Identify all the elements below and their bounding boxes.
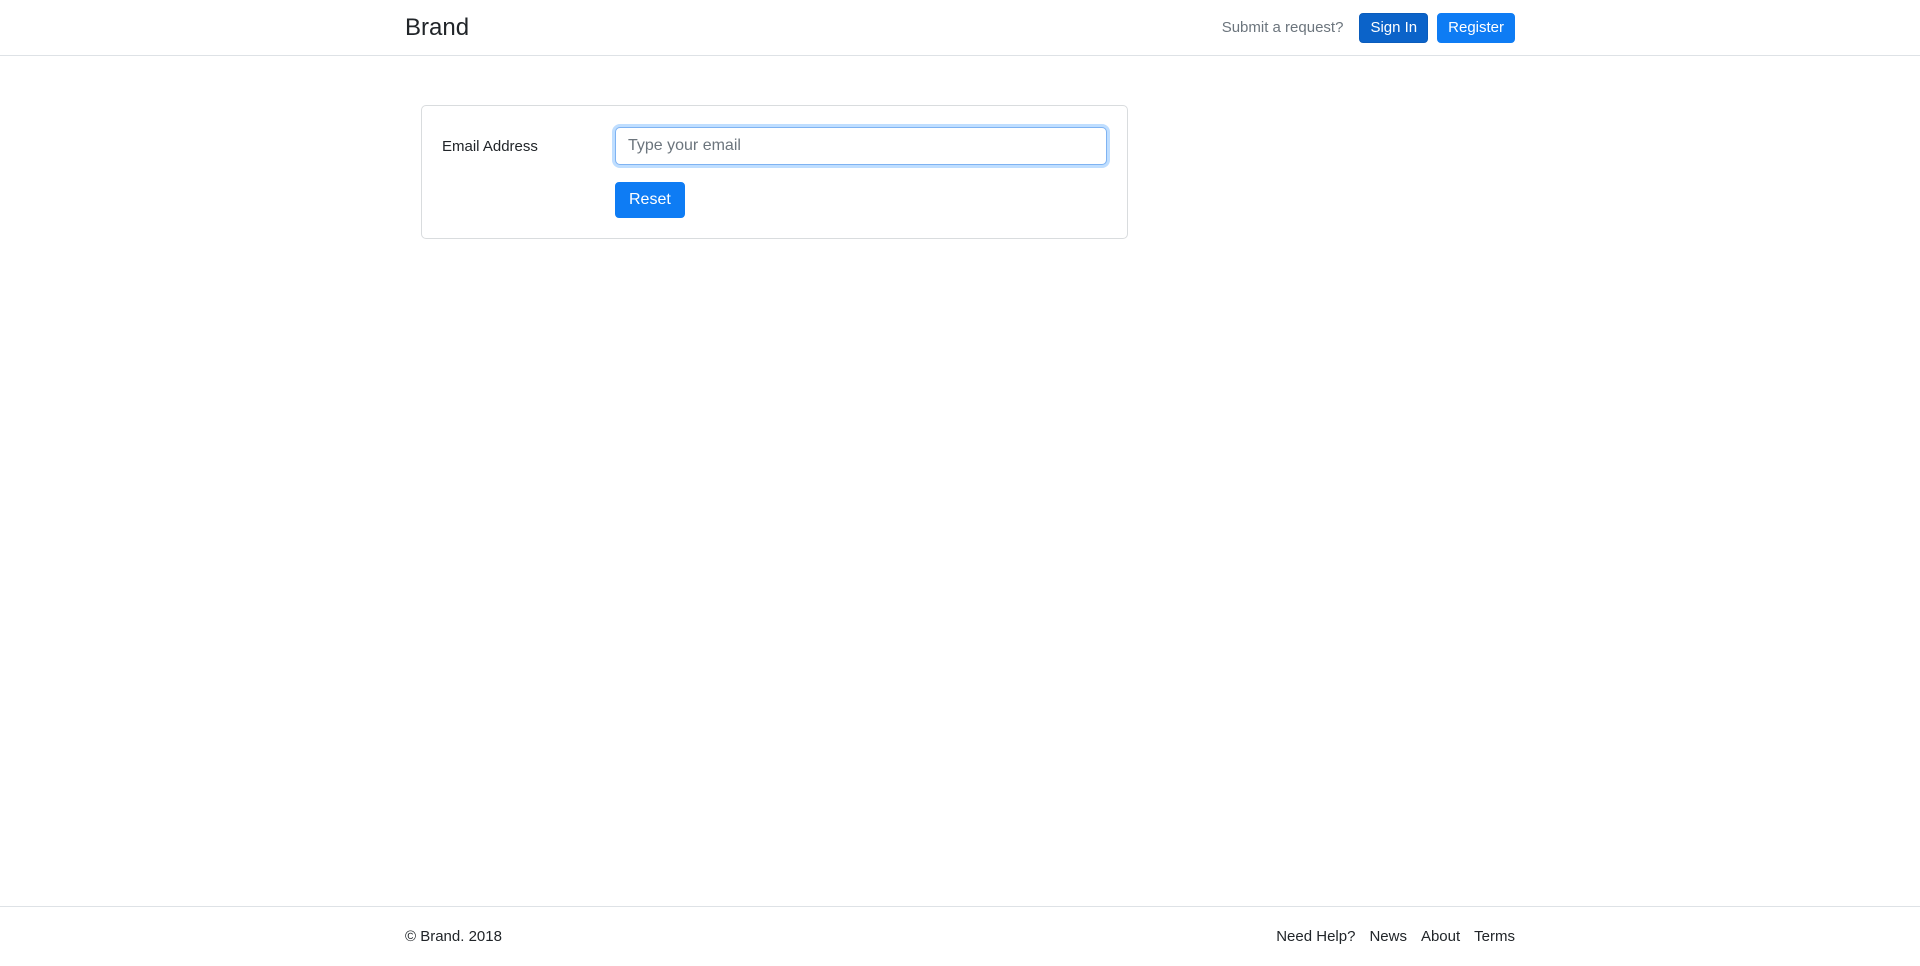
header: Brand Submit a request? Sign In Register	[0, 0, 1920, 56]
sign-in-button[interactable]: Sign In	[1359, 12, 1429, 43]
main-container: Email Address Reset	[405, 105, 1515, 239]
reset-button-col: Reset	[615, 182, 1107, 218]
reset-button[interactable]: Reset	[615, 182, 685, 218]
password-reset-card: Email Address Reset	[421, 105, 1128, 239]
submit-request-link[interactable]: Submit a request?	[1222, 19, 1344, 36]
header-inner: Brand Submit a request? Sign In Register	[405, 0, 1515, 55]
email-form-row: Email Address	[442, 127, 1107, 165]
footer-link-about[interactable]: About	[1421, 928, 1460, 945]
email-label: Email Address	[442, 137, 538, 155]
footer-inner: © Brand. 2018 Need Help? News About Term…	[405, 907, 1515, 966]
footer-links: Need Help? News About Terms	[1262, 928, 1515, 945]
footer: © Brand. 2018 Need Help? News About Term…	[0, 906, 1920, 966]
reset-form-row: Reset	[442, 182, 1107, 218]
email-input[interactable]	[615, 127, 1107, 165]
footer-link-terms[interactable]: Terms	[1474, 928, 1515, 945]
header-actions: Submit a request? Sign In Register	[1222, 12, 1515, 43]
copyright-text: © Brand. 2018	[405, 928, 502, 945]
register-button[interactable]: Register	[1437, 12, 1515, 43]
footer-link-need-help[interactable]: Need Help?	[1276, 928, 1355, 945]
email-input-col	[615, 127, 1107, 165]
footer-link-news[interactable]: News	[1369, 928, 1407, 945]
main-content: Email Address Reset	[0, 56, 1920, 906]
brand-logo[interactable]: Brand	[405, 14, 469, 42]
